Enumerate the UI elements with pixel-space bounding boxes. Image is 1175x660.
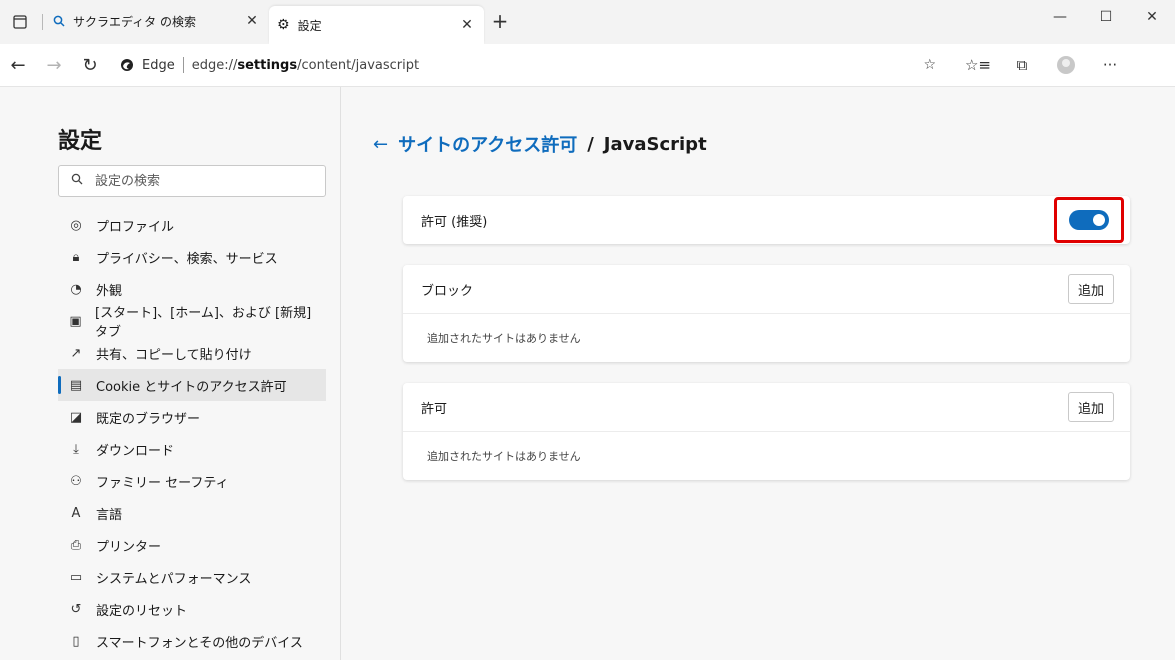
sidebar-item-profile[interactable]: ◎ プロファイル [58, 209, 326, 241]
profile-avatar[interactable] [1044, 47, 1088, 83]
address-bar[interactable]: Edge edge://settings/content/javascript … [114, 50, 944, 80]
breadcrumb: ← サイトのアクセス許可 / JavaScript [373, 131, 707, 157]
highlight-box [1054, 197, 1124, 243]
close-icon[interactable]: ✕ [243, 13, 261, 29]
family-icon: ⚇ [70, 473, 82, 489]
sidebar-item-family[interactable]: ⚇ ファミリー セーフティ [58, 465, 326, 497]
breadcrumb-link[interactable]: サイトのアクセス許可 [398, 131, 577, 157]
allow-add-button[interactable]: 追加 [1068, 392, 1114, 422]
browser-toolbar: ← → ↻ Edge edge://settings/content/javas… [0, 44, 1175, 87]
edge-label: Edge [142, 57, 175, 73]
edge-logo-icon [121, 59, 133, 71]
sidebar-item-default-browser[interactable]: ◪ 既定のブラウザー [58, 401, 326, 433]
url-text: edge://settings/content/javascript [191, 57, 420, 73]
favorites-icon[interactable]: ☆≡ [956, 47, 1000, 83]
window-close-icon[interactable]: ✕ [1129, 0, 1175, 34]
toolbar-icons: ☆≡ ⧉ ··· [956, 47, 1132, 83]
sidebar-item-appearance[interactable]: ◔ 外観 [58, 273, 326, 305]
settings-content: ← サイトのアクセス許可 / JavaScript 許可 (推奨) ブロック 追… [341, 87, 1175, 660]
sidebar-item-start-home[interactable]: ▣ [スタート]、[ホーム]、および [新規] タブ [58, 305, 326, 340]
search-icon [53, 15, 65, 27]
allowed-card: 許可 (推奨) [403, 196, 1130, 244]
cookie-permissions-icon: ▤ [69, 377, 83, 393]
allowed-label: 許可 (推奨) [421, 214, 488, 230]
sidebar-item-reset[interactable]: ↺ 設定のリセット [58, 593, 326, 625]
gear-icon: ⚙ [277, 17, 290, 33]
phone-icon: ▯ [72, 633, 80, 649]
allow-card: 許可 追加 追加されたサイトはありません [403, 383, 1130, 480]
back-arrow-icon[interactable]: ← [373, 134, 388, 155]
lock-icon: 🔒︎ [72, 249, 80, 265]
maximize-icon[interactable]: ☐ [1083, 0, 1129, 34]
window-controls: — ☐ ✕ [1037, 0, 1175, 34]
close-icon[interactable]: ✕ [458, 17, 476, 33]
tab-actions-icon [13, 15, 27, 29]
laptop-icon: ▭ [69, 569, 83, 585]
search-input[interactable] [93, 172, 317, 190]
page-title: 設定 [58, 129, 103, 154]
block-card: ブロック 追加 追加されたサイトはありません [403, 265, 1130, 362]
sidebar-item-printers[interactable]: ⎙ プリンター [58, 529, 326, 561]
more-options-icon[interactable]: ··· [1088, 47, 1132, 83]
sidebar-item-system[interactable]: ▭ システムとパフォーマンス [58, 561, 326, 593]
collections-icon[interactable]: ⧉ [1000, 47, 1044, 83]
allow-header: 許可 追加 [403, 383, 1130, 431]
block-title: ブロック [421, 283, 474, 299]
language-icon: A [71, 505, 81, 521]
allowed-row: 許可 (推奨) [403, 196, 1130, 244]
allow-title: 許可 [421, 401, 448, 417]
new-tab-button[interactable]: + [484, 4, 516, 38]
printer-icon: ⎙ [70, 537, 82, 553]
profile-icon: ◎ [70, 217, 82, 233]
tab-title: サクラエディタ の検索 [73, 14, 196, 29]
appearance-icon: ◔ [70, 281, 82, 297]
sidebar-item-downloads[interactable]: ⤓ ダウンロード [58, 433, 326, 465]
add-favorite-icon[interactable]: ☆ [923, 57, 936, 73]
settings-nav: ◎ プロファイル 🔒︎ プライバシー、検索、サービス ◔ 外観 ▣ [スタート]、[ホー… [58, 209, 326, 657]
tab-search[interactable]: サクラエディタ の検索 ✕ [45, 4, 269, 38]
sidebar-item-privacy[interactable]: 🔒︎ プライバシー、検索、サービス [58, 241, 326, 273]
javascript-allowed-toggle[interactable] [1069, 210, 1109, 230]
address-divider [182, 57, 184, 73]
sidebar-item-phone[interactable]: ▯ スマートフォンとその他のデバイス [58, 625, 326, 657]
search-icon [71, 173, 83, 189]
block-empty-text: 追加されたサイトはありません [403, 313, 1130, 362]
minimize-icon[interactable]: — [1037, 0, 1083, 34]
reset-icon: ↺ [70, 601, 82, 617]
tab-title: 設定 [297, 18, 322, 33]
allow-empty-text: 追加されたサイトはありません [403, 431, 1130, 480]
settings-sidebar: 設定 ◎プロファイル 🔒︎プライバシー、検索、サービス ◔外観 ▣[スタート]、… [0, 87, 341, 660]
refresh-button[interactable]: ↻ [72, 47, 108, 83]
sidebar-item-cookies[interactable]: ▤ Cookie とサイトのアクセス許可 [58, 369, 326, 401]
breadcrumb-current: JavaScript [603, 133, 707, 155]
forward-button[interactable]: → [36, 47, 72, 83]
tab-separator [42, 14, 43, 30]
tab-settings[interactable]: ⚙ 設定 ✕ [269, 6, 484, 44]
share-icon: ↗ [70, 345, 82, 361]
breadcrumb-separator: / [587, 133, 594, 155]
home-tab-icon: ▣ [69, 313, 82, 329]
block-add-button[interactable]: 追加 [1068, 274, 1114, 304]
block-header: ブロック 追加 [403, 265, 1130, 313]
sidebar-item-languages[interactable]: A 言語 [58, 497, 326, 529]
default-browser-icon: ◪ [69, 409, 83, 425]
settings-search[interactable] [58, 165, 326, 197]
back-button[interactable]: ← [0, 47, 36, 83]
toggle-knob [1093, 214, 1105, 226]
sidebar-item-share[interactable]: ↗ 共有、コピーして貼り付け [58, 337, 326, 369]
tab-actions-button[interactable] [0, 0, 40, 44]
download-icon: ⤓ [73, 441, 79, 457]
tab-strip: サクラエディタ の検索 ✕ ⚙ 設定 ✕ + — ☐ ✕ [0, 0, 1175, 45]
